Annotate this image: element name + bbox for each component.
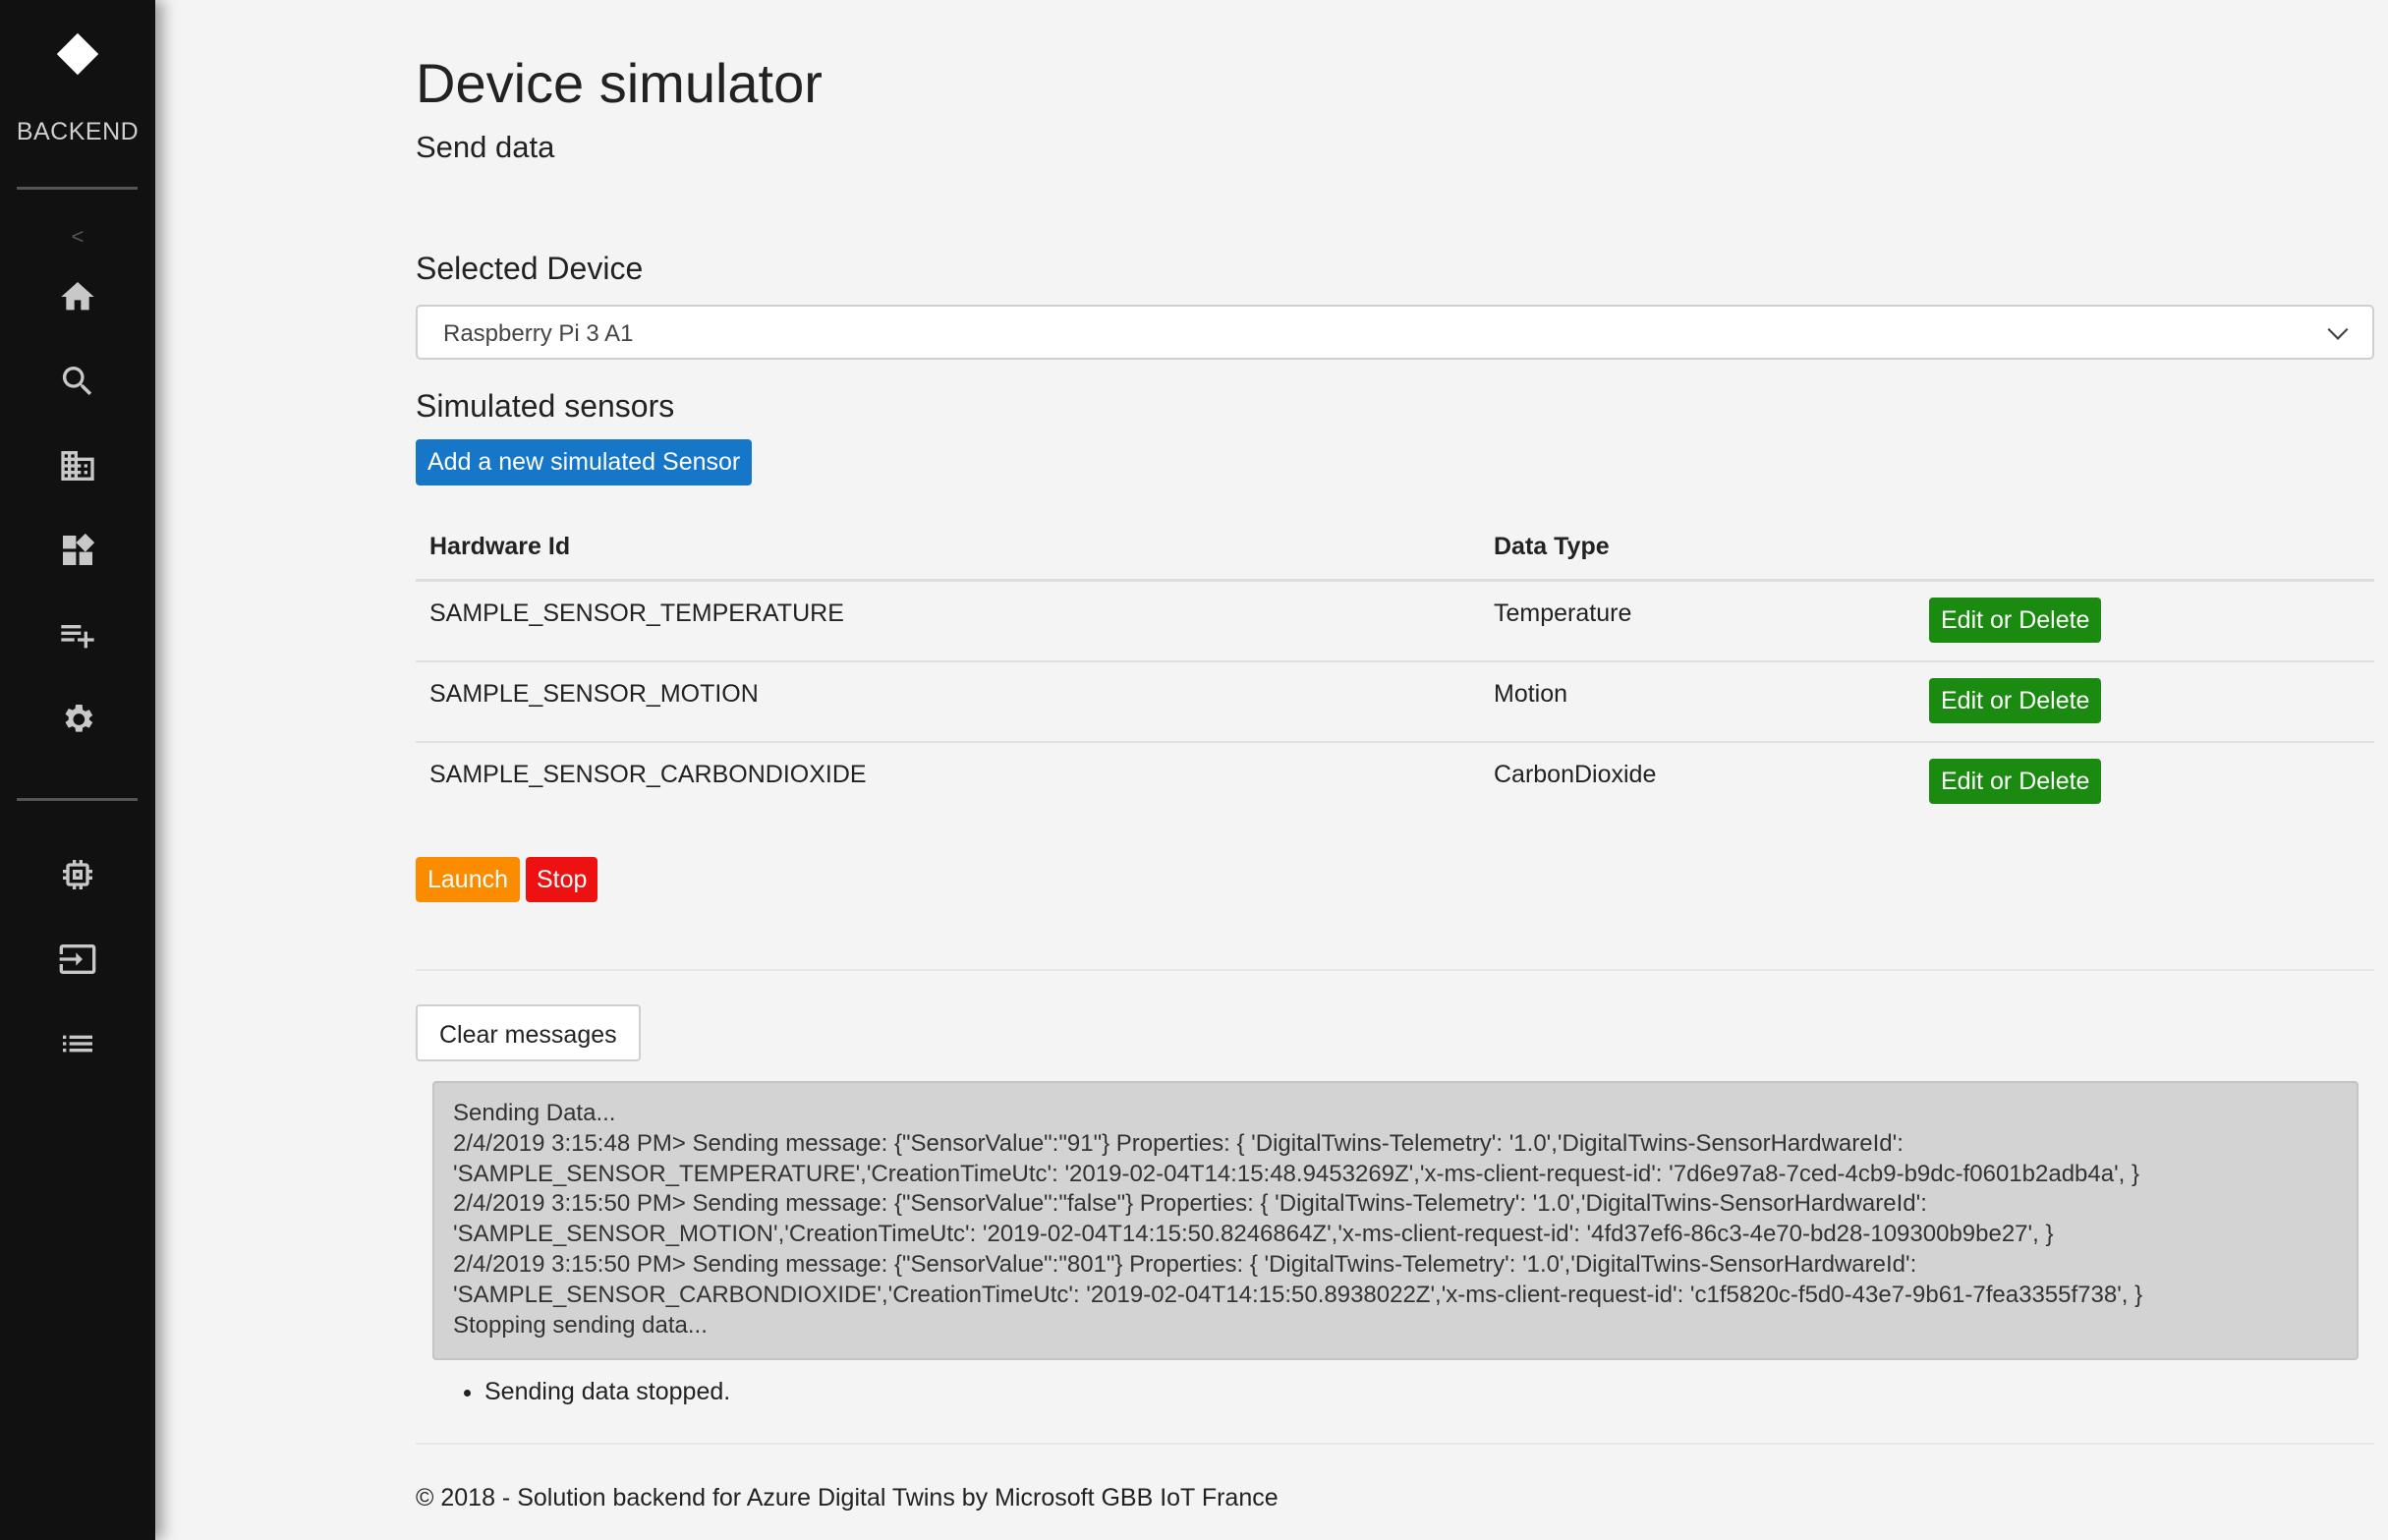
- table-row: SAMPLE_SENSOR_TEMPERATURE Temperature Ed…: [416, 582, 2374, 662]
- log-line: 2/4/2019 3:15:50 PM> Sending message: {"…: [453, 1250, 1917, 1278]
- footer-text: © 2018 - Solution backend for Azure Digi…: [416, 1484, 1279, 1511]
- message-log: Sending Data... 2/4/2019 3:15:48 PM> Sen…: [432, 1081, 2359, 1360]
- table-row: SAMPLE_SENSOR_MOTION Motion Edit or Dele…: [416, 662, 2374, 743]
- log-line: 'SAMPLE_SENSOR_CARBONDIOXIDE','CreationT…: [453, 1281, 2143, 1308]
- log-line: 2/4/2019 3:15:48 PM> Sending message: {"…: [453, 1129, 1904, 1157]
- playlist-add-icon[interactable]: [54, 611, 101, 658]
- log-line: Sending Data...: [453, 1100, 616, 1126]
- chip-icon[interactable]: [54, 851, 101, 898]
- add-sensor-button[interactable]: Add a new simulated Sensor: [416, 439, 753, 485]
- footer-divider: [416, 1443, 2374, 1445]
- simulated-sensors-title: Simulated sensors: [416, 388, 675, 424]
- search-icon[interactable]: [54, 358, 101, 405]
- section-divider: [416, 969, 2374, 971]
- brand-text: BACKEND: [16, 118, 140, 145]
- page-subtitle: Send data: [416, 130, 555, 164]
- home-icon[interactable]: [54, 273, 101, 320]
- clear-messages-button[interactable]: Clear messages: [416, 1004, 641, 1061]
- status-message: Sending data stopped.: [484, 1378, 730, 1406]
- selected-device-label: Selected Device: [416, 251, 644, 286]
- sidebar: BACKEND <: [0, 0, 155, 1540]
- edit-or-delete-button[interactable]: Edit or Delete: [1929, 759, 2102, 804]
- log-line: 'SAMPLE_SENSOR_MOTION','CreationTimeUtc'…: [453, 1221, 2054, 1248]
- sidebar-divider: [17, 798, 138, 801]
- data-type-cell: CarbonDioxide: [1494, 761, 1657, 788]
- device-select[interactable]: Raspberry Pi 3 A1: [416, 305, 2374, 360]
- dashboard-icon[interactable]: [54, 527, 101, 574]
- settings-icon[interactable]: [54, 696, 101, 743]
- collapse-toggle[interactable]: <: [0, 224, 155, 250]
- brand-logo[interactable]: [56, 32, 99, 76]
- input-icon[interactable]: [54, 936, 101, 983]
- edit-or-delete-button[interactable]: Edit or Delete: [1929, 598, 2102, 643]
- log-line: 'SAMPLE_SENSOR_TEMPERATURE','CreationTim…: [453, 1160, 2140, 1187]
- launch-button[interactable]: Launch: [416, 857, 521, 902]
- sidebar-divider: [17, 187, 138, 190]
- data-type-cell: Motion: [1494, 680, 1568, 708]
- hardware-id-cell: SAMPLE_SENSOR_MOTION: [429, 680, 759, 708]
- building-icon[interactable]: [54, 442, 101, 489]
- hardware-id-cell: SAMPLE_SENSOR_CARBONDIOXIDE: [429, 761, 867, 788]
- table-row: SAMPLE_SENSOR_CARBONDIOXIDE CarbonDioxid…: [416, 743, 2374, 824]
- column-header-hardware-id: Hardware Id: [429, 533, 571, 560]
- stop-button[interactable]: Stop: [526, 857, 598, 902]
- column-header-data-type: Data Type: [1494, 533, 1610, 560]
- list-icon[interactable]: [54, 1020, 101, 1067]
- page-title: Device simulator: [416, 52, 823, 114]
- device-select-value: Raspberry Pi 3 A1: [443, 320, 634, 347]
- status-list: Sending data stopped.: [460, 1378, 730, 1406]
- chevron-down-icon: [2327, 327, 2349, 340]
- edit-or-delete-button[interactable]: Edit or Delete: [1929, 678, 2102, 723]
- log-line: 2/4/2019 3:15:50 PM> Sending message: {"…: [453, 1190, 1927, 1218]
- hardware-id-cell: SAMPLE_SENSOR_TEMPERATURE: [429, 599, 844, 627]
- log-line: Stopping sending data...: [453, 1311, 708, 1339]
- data-type-cell: Temperature: [1494, 599, 1632, 627]
